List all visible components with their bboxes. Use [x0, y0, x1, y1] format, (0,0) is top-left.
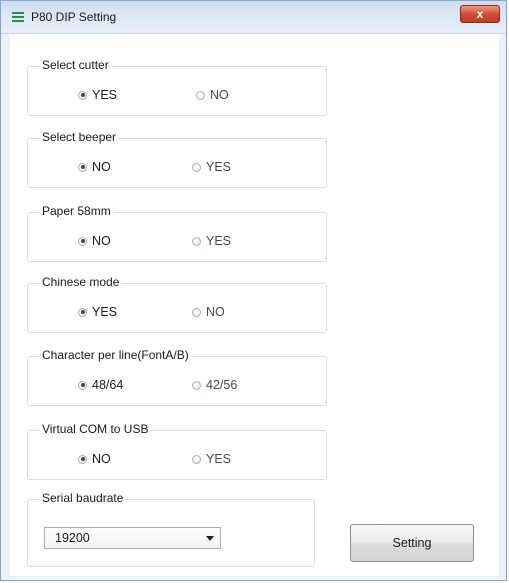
- radio-label: NO: [210, 88, 229, 102]
- group-select-beeper: Select beeper NO YES: [27, 130, 327, 188]
- group-label: Virtual COM to USB: [40, 422, 151, 436]
- radio-unchecked-icon: [192, 307, 201, 317]
- radio-chinese-yes[interactable]: YES: [78, 305, 117, 319]
- radio-checked-icon: [78, 162, 87, 172]
- radio-unchecked-icon: [196, 90, 205, 100]
- radio-cpl-48-64[interactable]: 48/64: [78, 378, 123, 392]
- group-label: Select cutter: [40, 58, 111, 72]
- radio-paper-yes[interactable]: YES: [192, 234, 231, 248]
- radio-label: 48/64: [92, 378, 124, 392]
- window-title: P80 DIP Setting: [31, 10, 117, 24]
- radio-paper-no[interactable]: NO: [78, 234, 111, 248]
- close-icon: x: [476, 7, 484, 21]
- radio-unchecked-icon: [192, 162, 201, 172]
- dip-setting-window: P80 DIP Setting x Select cutter YES NO S…: [0, 0, 507, 581]
- group-virtual-com-usb: Virtual COM to USB NO YES: [27, 422, 327, 480]
- group-serial-baudrate: Serial baudrate 19200: [27, 491, 315, 567]
- group-select-cutter: Select cutter YES NO: [27, 58, 327, 116]
- radio-chinese-no[interactable]: NO: [192, 305, 225, 319]
- baudrate-value: 19200: [55, 531, 90, 545]
- radio-checked-icon: [78, 307, 87, 317]
- radio-cutter-no[interactable]: NO: [196, 88, 229, 102]
- radio-label: YES: [206, 234, 232, 248]
- radio-unchecked-icon: [192, 236, 201, 246]
- radio-vcom-yes[interactable]: YES: [192, 452, 231, 466]
- radio-checked-icon: [78, 454, 87, 464]
- radio-checked-icon: [78, 90, 87, 100]
- group-label: Serial baudrate: [40, 491, 126, 505]
- radio-label: NO: [206, 305, 225, 319]
- client-area: Select cutter YES NO Select beeper NO YE…: [10, 34, 499, 576]
- group-chinese-mode: Chinese mode YES NO: [27, 275, 327, 333]
- baudrate-select[interactable]: 19200: [44, 527, 221, 549]
- chevron-down-icon: [206, 536, 214, 541]
- radio-beeper-no[interactable]: NO: [78, 160, 111, 174]
- group-label: Character per line(FontA/B): [40, 348, 191, 362]
- setting-button[interactable]: Setting: [350, 524, 474, 562]
- radio-label: NO: [92, 234, 111, 248]
- radio-unchecked-icon: [192, 454, 201, 464]
- radio-label: YES: [92, 305, 118, 319]
- radio-label: YES: [92, 88, 118, 102]
- radio-beeper-yes[interactable]: YES: [192, 160, 231, 174]
- radio-vcom-no[interactable]: NO: [78, 452, 111, 466]
- group-label: Select beeper: [40, 130, 119, 144]
- radio-cpl-42-56[interactable]: 42/56: [192, 378, 237, 392]
- radio-checked-icon: [78, 236, 87, 246]
- group-character-per-line: Character per line(FontA/B) 48/64 42/56: [27, 348, 327, 406]
- group-paper-58mm: Paper 58mm NO YES: [27, 204, 327, 262]
- radio-label: 42/56: [206, 378, 238, 392]
- radio-label: NO: [92, 160, 111, 174]
- radio-unchecked-icon: [192, 380, 201, 390]
- radio-label: NO: [92, 452, 111, 466]
- window-menu-icon[interactable]: [12, 12, 24, 23]
- radio-label: YES: [206, 452, 232, 466]
- radio-cutter-yes[interactable]: YES: [78, 88, 117, 102]
- close-button[interactable]: x: [460, 5, 500, 23]
- radio-label: YES: [206, 160, 232, 174]
- group-label: Paper 58mm: [40, 204, 113, 218]
- radio-checked-icon: [78, 380, 87, 390]
- group-label: Chinese mode: [40, 275, 122, 289]
- title-bar[interactable]: P80 DIP Setting x: [1, 1, 506, 34]
